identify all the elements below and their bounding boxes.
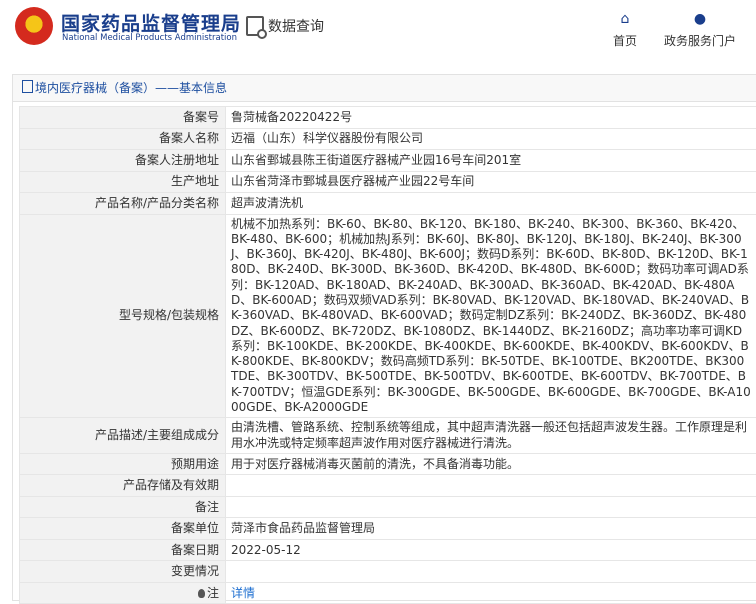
table-row: 变更情况: [20, 561, 756, 583]
field-key: 备案单位: [20, 518, 226, 540]
table-row: 产品存储及有效期: [20, 475, 756, 497]
field-value: 详情: [226, 582, 756, 604]
note-key-label: 注: [207, 586, 219, 600]
data-query-label: 数据查询: [268, 16, 324, 36]
document-icon: [22, 80, 33, 93]
table-row: 备案日期2022-05-12: [20, 539, 756, 561]
nav-gov-service[interactable]: ● 政务服务门户: [660, 10, 740, 49]
nav-gov-label: 政务服务门户: [664, 34, 736, 48]
field-key: 预期用途: [20, 453, 226, 475]
field-value: 山东省菏泽市鄄城县医疗器械产业园22号车间: [226, 171, 756, 193]
field-key: 备案号: [20, 107, 226, 129]
data-query-tab[interactable]: 数据查询: [246, 14, 324, 38]
table-row: 注详情: [20, 582, 756, 604]
table-row: 备案单位菏泽市食品药品监督管理局: [20, 518, 756, 540]
field-value: 山东省鄄城县陈王街道医疗器械产业园16号车间201室: [226, 150, 756, 172]
table-row: 预期用途用于对医疗器械消毒灭菌前的清洗，不具备消毒功能。: [20, 453, 756, 475]
field-key: 型号规格/包装规格: [20, 214, 226, 418]
field-value: 超声波清洗机: [226, 193, 756, 215]
field-value: 由清洗槽、管路系统、控制系统等组成，其中超声清洗器一般还包括超声波发生器。工作原…: [226, 418, 756, 454]
panel-title: 境内医疗器械（备案）——基本信息: [13, 75, 756, 102]
field-key: 备案人名称: [20, 128, 226, 150]
field-key: 生产地址: [20, 171, 226, 193]
detail-table: 备案号鲁菏械备20220422号 备案人名称迈福（山东）科学仪器股份有限公司 备…: [19, 106, 756, 604]
nav-home[interactable]: ⌂ 首页: [605, 10, 645, 49]
field-value: 迈福（山东）科学仪器股份有限公司: [226, 128, 756, 150]
site-subtitle: National Medical Products Administration: [62, 33, 237, 43]
field-value: 菏泽市食品药品监督管理局: [226, 518, 756, 540]
detail-panel: 境内医疗器械（备案）——基本信息 备案号鲁菏械备20220422号 备案人名称迈…: [12, 74, 756, 601]
table-row: 产品描述/主要组成成分由清洗槽、管路系统、控制系统等组成，其中超声清洗器一般还包…: [20, 418, 756, 454]
document-search-icon: [246, 16, 264, 36]
site-title[interactable]: 国家药品监督管理局: [61, 9, 241, 36]
lightbulb-icon: [198, 589, 205, 598]
field-value: 机械不加热系列：BK-60、BK-80、BK-120、BK-180、BK-240…: [226, 214, 756, 418]
field-key: 产品名称/产品分类名称: [20, 193, 226, 215]
table-row: 生产地址山东省菏泽市鄄城县医疗器械产业园22号车间: [20, 171, 756, 193]
field-value: [226, 561, 756, 583]
detail-link[interactable]: 详情: [231, 586, 255, 600]
table-row: 产品名称/产品分类名称超声波清洗机: [20, 193, 756, 215]
table-row: 备案号鲁菏械备20220422号: [20, 107, 756, 129]
field-key: 产品存储及有效期: [20, 475, 226, 497]
home-icon: ⌂: [605, 10, 645, 28]
field-key: 产品描述/主要组成成分: [20, 418, 226, 454]
user-icon: ●: [660, 10, 740, 28]
site-header: ★ 国家药品监督管理局 National Medical Products Ad…: [0, 0, 756, 57]
national-emblem-icon: ★: [15, 7, 53, 45]
field-value: [226, 475, 756, 497]
field-key: 备注: [20, 496, 226, 518]
nav-home-label: 首页: [613, 34, 637, 48]
field-value: 用于对医疗器械消毒灭菌前的清洗，不具备消毒功能。: [226, 453, 756, 475]
table-row: 备案人注册地址山东省鄄城县陈王街道医疗器械产业园16号车间201室: [20, 150, 756, 172]
note-key: 注: [20, 582, 226, 604]
table-row: 备案人名称迈福（山东）科学仪器股份有限公司: [20, 128, 756, 150]
field-value: 2022-05-12: [226, 539, 756, 561]
field-key: 备案人注册地址: [20, 150, 226, 172]
field-value: [226, 496, 756, 518]
field-key: 备案日期: [20, 539, 226, 561]
field-value: 鲁菏械备20220422号: [226, 107, 756, 129]
table-row: 备注: [20, 496, 756, 518]
table-row: 型号规格/包装规格机械不加热系列：BK-60、BK-80、BK-120、BK-1…: [20, 214, 756, 418]
field-key: 变更情况: [20, 561, 226, 583]
panel-title-text: 境内医疗器械（备案）——基本信息: [35, 81, 227, 95]
